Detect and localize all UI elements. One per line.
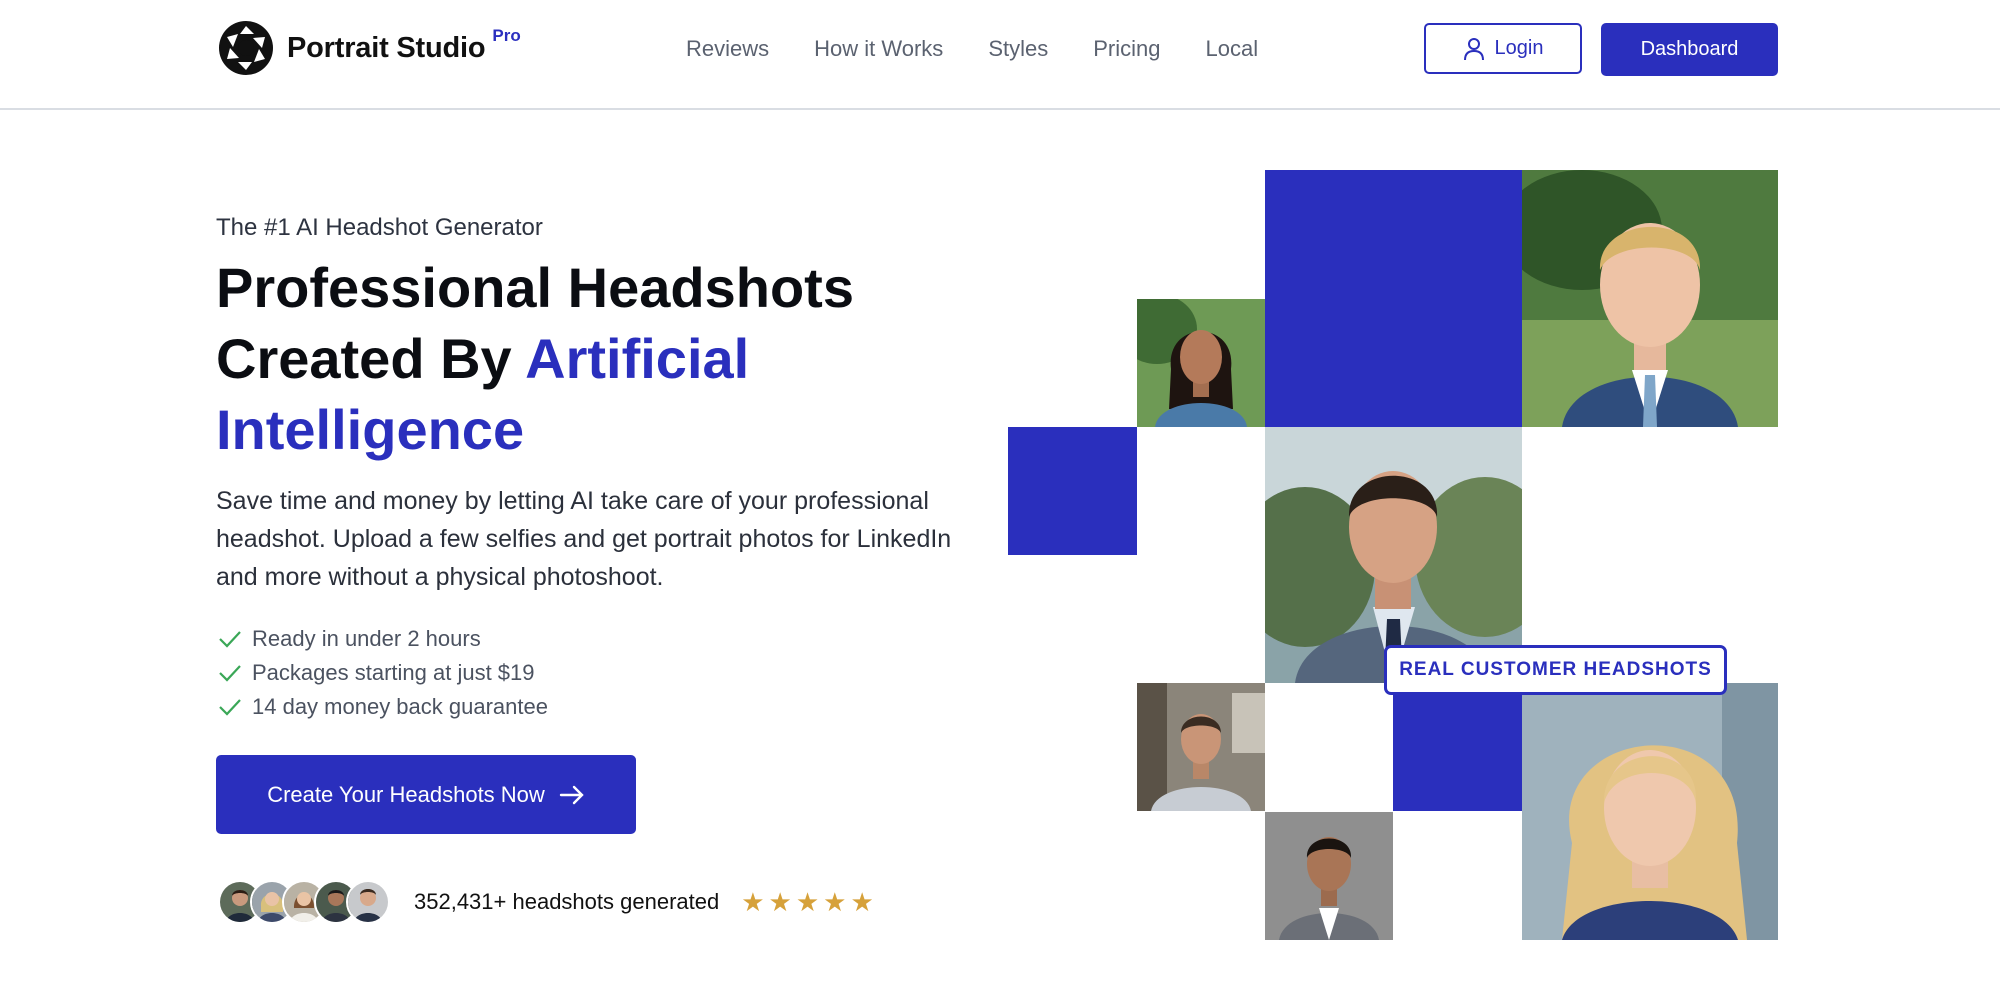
site-header: Portrait Studio Pro Reviews How it Works… [0,0,2000,110]
accent-block [1008,427,1137,555]
star-icon: ★ [850,887,874,917]
star-icon: ★ [741,887,765,917]
star-icon: ★ [768,887,792,917]
check-icon [219,631,241,648]
social-proof: 352,431+ headshots generated ★ ★ ★ ★ ★ [218,880,874,924]
feature-item: Ready in under 2 hours [218,622,548,656]
nav-local[interactable]: Local [1205,36,1258,62]
hero-lead: Save time and money by letting AI take c… [216,487,952,591]
dashboard-label: Dashboard [1640,38,1739,60]
feature-item: 14 day money back guarantee [218,690,548,724]
aperture-icon [219,21,273,75]
rating-stars: ★ ★ ★ ★ ★ [741,889,874,915]
feature-text: 14 day money back guarantee [252,694,548,719]
headshot-photo [1522,683,1778,940]
headshot-photo [1265,812,1393,940]
create-headshots-button[interactable]: Create Your Headshots Now [216,755,636,834]
brand-logo[interactable]: Portrait Studio Pro [218,20,521,76]
nav-pricing[interactable]: Pricing [1093,36,1160,62]
real-customer-badge: REAL CUSTOMER HEADSHOTS [1384,645,1727,695]
avatar-stack [218,880,390,924]
nav-reviews[interactable]: Reviews [686,36,769,62]
check-icon [219,699,241,716]
feature-text: Packages starting at just $19 [252,660,535,685]
headshot-photo [1137,683,1265,811]
arrow-right-icon [559,785,584,804]
cta-label: Create Your Headshots Now [267,781,545,807]
nav-how-it-works[interactable]: How it Works [814,36,943,62]
headline-accent-2: Intelligence [216,398,525,461]
main-nav: Reviews How it Works Styles Pricing Loca… [686,36,1303,62]
feature-item: Packages starting at just $19 [218,656,548,690]
headshot-photo [1137,299,1265,427]
accent-block [1393,683,1522,811]
star-icon: ★ [795,887,820,917]
brand-tier: Pro [492,26,521,45]
headline-line-1: Professional Headshots [216,256,854,319]
dashboard-button[interactable]: Dashboard [1601,23,1778,76]
avatar [346,880,390,924]
star-icon: ★ [823,887,847,917]
check-icon [219,665,241,682]
brand-name: Portrait Studio [287,31,486,64]
headline-accent-1: Artificial [525,327,750,390]
hero-headline: Professional Headshots Created By Artifi… [216,252,916,465]
nav-styles[interactable]: Styles [988,36,1048,62]
feature-text: Ready in under 2 hours [252,626,481,651]
hero-eyebrow: The #1 AI Headshot Generator [216,214,543,241]
headshots-count: 352,431+ headshots generated [414,889,720,914]
feature-list: Ready in under 2 hours Packages starting… [218,622,548,724]
user-icon [1463,37,1484,60]
login-button[interactable]: Login [1424,23,1582,74]
headline-line-2: Created By [216,327,526,390]
login-label: Login [1494,37,1544,59]
headshot-photo [1522,170,1778,427]
accent-block [1265,170,1522,427]
